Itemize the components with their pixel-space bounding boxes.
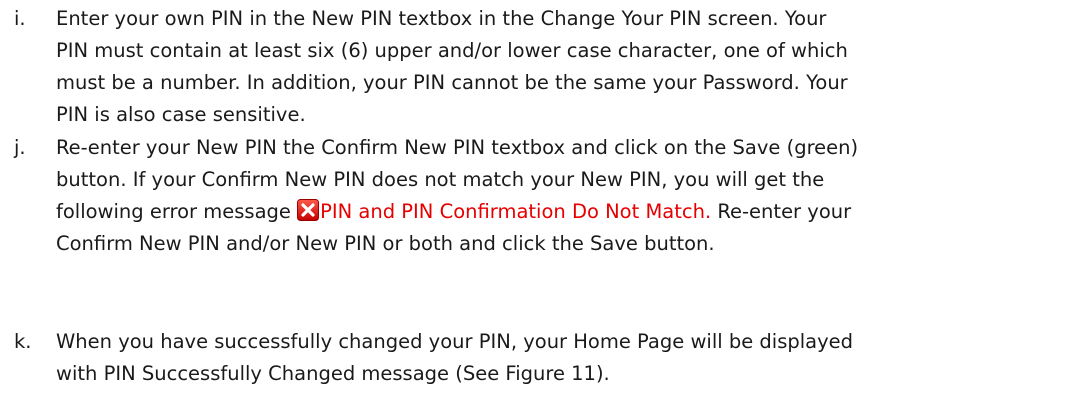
list-item-i: i. Enter your own PIN in the New PIN tex…	[14, 3, 1054, 131]
red-x-error-icon	[297, 199, 320, 221]
item-text-line: with PIN Successfully Changed message (S…	[56, 362, 610, 385]
list-item-k: k. When you have successfully changed yo…	[14, 326, 1054, 390]
list-marker: k.	[14, 330, 32, 353]
list-item-j: j. Re-enter your New PIN the Confirm New…	[14, 132, 1054, 260]
item-text-line: PIN must contain at least six (6) upper …	[56, 39, 848, 62]
item-text-line: Enter your own PIN in the New PIN textbo…	[56, 7, 827, 30]
error-message-text: PIN and PIN Confirmation Do Not Match.	[320, 200, 712, 223]
instruction-list: i. Enter your own PIN in the New PIN tex…	[0, 0, 1066, 410]
item-text-line: When you have successfully changed your …	[56, 330, 854, 353]
list-marker: j.	[14, 136, 26, 159]
item-text-line: Confirm New PIN and/or New PIN or both a…	[56, 232, 715, 255]
item-text-line: button. If your Confirm New PIN does not…	[56, 168, 825, 191]
item-text-line-with-error: following error message PIN and PIN Conf…	[56, 196, 1054, 228]
item-text-line: PIN is also case sensitive.	[56, 103, 306, 126]
item-text-fragment: Re-enter your	[711, 200, 852, 223]
list-marker: i.	[14, 7, 26, 30]
item-text-line: Re-enter your New PIN the Confirm New PI…	[56, 136, 859, 159]
item-text-line: must be a number. In addition, your PIN …	[56, 71, 848, 94]
item-text-fragment: following error message	[56, 200, 298, 223]
